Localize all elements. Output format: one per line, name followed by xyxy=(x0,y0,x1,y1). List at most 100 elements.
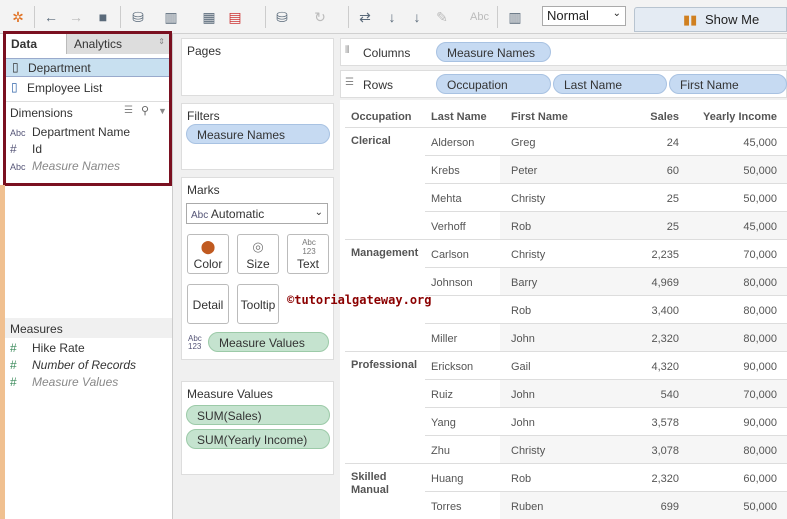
fit-select[interactable]: Normal ⌄ xyxy=(542,6,626,26)
back-icon[interactable]: ← xyxy=(42,8,60,26)
dimensions-heading: Dimensions xyxy=(10,106,73,120)
rows-label: Rows xyxy=(363,78,394,92)
field-label: Department Name xyxy=(32,125,131,139)
string-type-icon: Abc xyxy=(10,128,26,138)
first-name-cell: Rob xyxy=(511,473,532,485)
yearly-income-cell: 80,000 xyxy=(743,445,777,457)
datasource-linked-icon: ▯ xyxy=(11,80,18,94)
yearly-income-cell: 50,000 xyxy=(743,501,777,513)
refresh-icon[interactable]: ↻ xyxy=(311,8,329,26)
measure-number-of-records[interactable]: # Number of Records xyxy=(10,358,136,372)
last-name-cell: Zhu xyxy=(431,445,450,457)
pages-shelf[interactable]: Pages xyxy=(181,38,334,96)
tooltip-button[interactable]: Tooltip xyxy=(237,284,279,324)
duplicate-sheet-icon[interactable]: ▦ xyxy=(200,8,218,26)
datasource-label: Department xyxy=(28,61,91,75)
measure-values-label: Measure Values xyxy=(187,387,273,401)
last-name-cell: Ruiz xyxy=(431,389,454,401)
measure-measure-values[interactable]: # Measure Values xyxy=(10,375,118,389)
yearly-income-cell: 50,000 xyxy=(743,193,777,205)
search-icon[interactable]: ⚲ xyxy=(141,104,149,117)
last-name-cell: Huang xyxy=(431,473,464,485)
color-icon: ⬤ xyxy=(200,239,216,254)
columns-icon: ⦀ xyxy=(345,45,350,56)
first-name-cell: Ruben xyxy=(511,501,544,513)
text-button[interactable]: Abc 123 Text xyxy=(287,234,329,274)
size-button[interactable]: ◎ Size xyxy=(237,234,279,274)
last-name-cell: Krebs xyxy=(431,165,460,177)
row-divider xyxy=(425,183,787,184)
sales-cell: 2,235 xyxy=(651,249,679,261)
row-divider xyxy=(425,379,787,380)
dimension-id[interactable]: # Id xyxy=(10,142,42,156)
dimension-department-name[interactable]: Abc Department Name xyxy=(10,125,130,139)
occupation-cell: Professional xyxy=(351,359,418,371)
marks-pill-measure-values[interactable]: Measure Values xyxy=(208,332,329,352)
sort-ascending-icon[interactable]: ↓ xyxy=(383,8,401,26)
yearly-income-cell: 80,000 xyxy=(743,333,777,345)
filter-pill-measure-names[interactable]: Measure Names xyxy=(186,124,330,144)
new-worksheet-icon[interactable]: ▥ xyxy=(162,8,180,26)
forward-icon[interactable]: → xyxy=(67,8,85,26)
text-label: Text xyxy=(296,257,319,271)
sort-descending-icon[interactable]: ↓ xyxy=(408,8,426,26)
yearly-income-cell: 90,000 xyxy=(743,417,777,429)
fit-chart-icon[interactable]: ▥ xyxy=(506,8,524,26)
labels-icon[interactable]: Abc xyxy=(470,8,489,26)
row-divider xyxy=(425,323,787,324)
measure-hike-rate[interactable]: # Hike Rate xyxy=(10,341,85,355)
dimension-measure-names[interactable]: Abc Measure Names xyxy=(10,159,120,173)
sales-cell: 3,400 xyxy=(651,305,679,317)
first-name-cell: Peter xyxy=(511,165,538,177)
highlight-icon[interactable]: ✎ xyxy=(433,8,451,26)
new-datasource-icon[interactable]: ⛁ xyxy=(129,8,147,26)
row-divider xyxy=(425,435,787,436)
swap-icon[interactable]: ⇄ xyxy=(356,8,374,26)
sales-cell: 2,320 xyxy=(651,333,679,345)
detail-button[interactable]: Detail xyxy=(187,284,229,324)
row-divider xyxy=(425,267,787,268)
measure-pill-sum-sales[interactable]: SUM(Sales) xyxy=(186,405,330,425)
tab-analytics[interactable]: Analytics ⇕ xyxy=(66,34,169,54)
mark-type-select[interactable]: Abc Automatic ⌄ xyxy=(186,203,328,224)
number-type-icon: # xyxy=(10,358,17,372)
rows-icon: ☰ xyxy=(345,77,354,88)
size-icon: ◎ xyxy=(252,239,264,254)
field-label: Hike Rate xyxy=(32,341,85,355)
pause-updates-icon[interactable]: ⛁ xyxy=(273,8,291,26)
list-view-icon[interactable]: ☰ xyxy=(124,105,133,116)
sales-cell: 25 xyxy=(666,221,679,233)
field-label: Measure Names xyxy=(32,159,121,173)
string-type-icon: Abc xyxy=(10,162,26,172)
last-name-cell: Erickson xyxy=(431,361,474,373)
row-pill-occupation[interactable]: Occupation xyxy=(436,74,551,94)
yearly-income-cell: 50,000 xyxy=(743,165,777,177)
chevron-down-icon[interactable]: ▼ xyxy=(158,106,167,116)
tableau-logo-icon[interactable]: ✲ xyxy=(9,8,27,26)
text-icon: Abc 123 xyxy=(302,238,316,256)
row-pill-first-name[interactable]: First Name xyxy=(669,74,787,94)
header-sales: Sales xyxy=(650,111,679,123)
measure-pill-sum-yearly-income[interactable]: SUM(Yearly Income) xyxy=(186,429,330,449)
size-label: Size xyxy=(246,257,270,271)
yearly-income-cell: 90,000 xyxy=(743,361,777,373)
yearly-income-cell: 45,000 xyxy=(743,221,777,233)
datasource-department[interactable]: ▯ Department xyxy=(5,58,170,77)
sales-cell: 24 xyxy=(666,137,679,149)
sales-cell: 4,320 xyxy=(651,361,679,373)
sales-cell: 3,578 xyxy=(651,417,679,429)
color-button[interactable]: ⬤ Color xyxy=(187,234,229,274)
clear-sheet-icon[interactable]: ▤ xyxy=(226,8,244,26)
column-pill-measure-names[interactable]: Measure Names xyxy=(436,42,551,62)
sales-cell: 4,969 xyxy=(651,277,679,289)
columns-label: Columns xyxy=(363,46,411,60)
show-me-button[interactable]: ▮▮ Show Me xyxy=(634,7,787,32)
datasource-employee-list[interactable]: ▯ Employee List xyxy=(5,79,170,98)
row-pill-last-name[interactable]: Last Name xyxy=(553,74,667,94)
tab-data[interactable]: Data xyxy=(5,34,44,54)
occupation-cell: Management xyxy=(351,247,419,259)
tooltip-label: Tooltip xyxy=(240,298,276,312)
save-icon[interactable]: ■ xyxy=(94,8,112,26)
row-divider xyxy=(345,239,787,240)
sales-cell: 60 xyxy=(666,165,679,177)
